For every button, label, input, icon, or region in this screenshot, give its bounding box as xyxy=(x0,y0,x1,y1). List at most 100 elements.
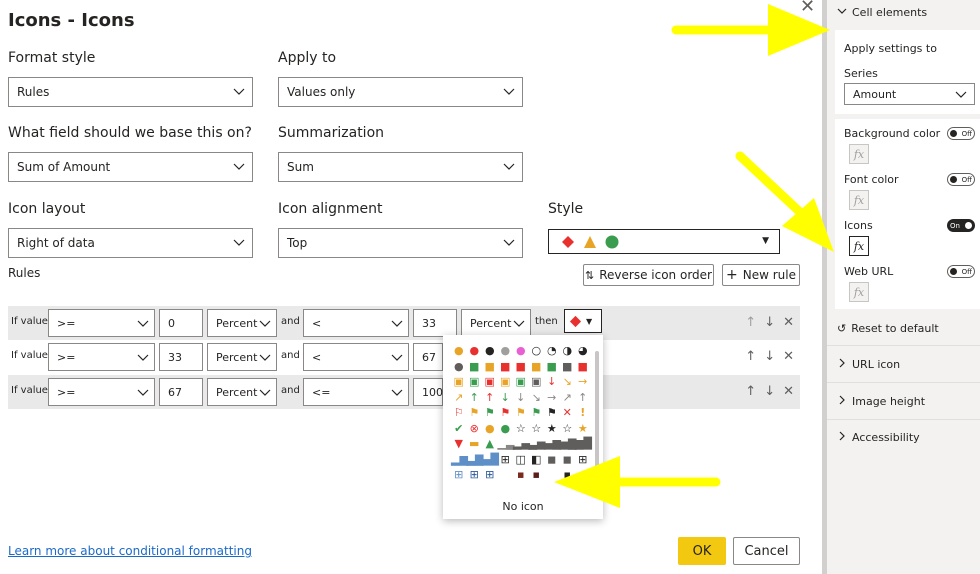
blue-bars-icon[interactable]: ▂▆ xyxy=(451,452,468,468)
fx-icon[interactable]: fx xyxy=(849,282,869,302)
grid-box-icon[interactable]: ⊞ xyxy=(451,467,467,483)
unit-dropdown[interactable]: Percent xyxy=(207,343,277,371)
orange-exclamation-circle-icon[interactable]: ● xyxy=(482,421,498,437)
orange-circle-icon[interactable]: ● xyxy=(451,343,467,359)
image-thumb-icon[interactable] xyxy=(498,467,514,483)
operator-dropdown[interactable]: >= xyxy=(48,309,155,337)
value-input[interactable]: 0 xyxy=(159,309,203,337)
dark-circle-icon[interactable]: ● xyxy=(451,359,467,375)
gray-arrow-diag-icon[interactable]: ↘ xyxy=(529,390,545,406)
signal-bars-icon[interactable]: ▃▅ xyxy=(529,436,546,452)
grid-box-icon[interactable]: ⊞ xyxy=(467,467,483,483)
font-color-toggle[interactable]: Off xyxy=(947,173,975,186)
learn-more-link[interactable]: Learn more about conditional formatting xyxy=(8,544,252,558)
move-down-icon[interactable]: ↓ xyxy=(764,349,775,364)
red-square-icon[interactable]: ■ xyxy=(575,359,591,375)
url-icon-header[interactable]: URL icon xyxy=(837,358,900,371)
image-height-header[interactable]: Image height xyxy=(837,395,925,408)
red-flag-icon[interactable]: ⚐ xyxy=(451,405,467,421)
unit-dropdown[interactable]: Percent xyxy=(461,309,531,337)
operator-dropdown[interactable]: < xyxy=(303,343,409,371)
icon-picker-dropdown[interactable]: ▼ xyxy=(564,309,602,333)
green-flag-icon[interactable]: ⚑ xyxy=(482,405,498,421)
orange-arrow-up-right-icon[interactable]: ↗ xyxy=(451,390,467,406)
icons-toggle[interactable]: On xyxy=(947,219,975,232)
red-arrow-up-icon[interactable]: ↑ xyxy=(482,390,498,406)
operator-dropdown[interactable]: <= xyxy=(303,378,409,406)
green-arrow-down-icon[interactable]: ↓ xyxy=(498,390,514,406)
ok-button[interactable]: OK xyxy=(678,537,726,565)
unit-dropdown[interactable]: Percent xyxy=(207,309,277,337)
quad-box-icon[interactable]: ◧ xyxy=(529,452,545,468)
orange-dash-icon[interactable]: ▬ xyxy=(467,436,483,452)
red-circle-icon[interactable]: ● xyxy=(467,343,483,359)
summarization-dropdown[interactable]: Sum xyxy=(278,152,523,182)
dark-square-icon[interactable]: ■ xyxy=(560,359,576,375)
value-input[interactable]: 67 xyxy=(413,343,443,371)
red-square-icon[interactable]: ■ xyxy=(498,359,514,375)
red-square-icon[interactable]: ▣ xyxy=(482,374,498,390)
gray-circle-icon[interactable]: ● xyxy=(498,343,514,359)
operator-dropdown[interactable]: >= xyxy=(48,343,155,371)
operator-dropdown[interactable]: < xyxy=(303,309,409,337)
image-thumb-icon[interactable]: ▪ xyxy=(513,467,529,483)
delete-icon[interactable]: ✕ xyxy=(783,384,794,399)
reverse-icon-order-button[interactable]: ⇅ Reverse icon order xyxy=(583,264,714,286)
move-down-icon[interactable]: ↓ xyxy=(764,384,775,399)
cancel-button[interactable]: Cancel xyxy=(733,537,800,565)
move-up-icon[interactable]: ↑ xyxy=(745,315,756,330)
quad-box-icon[interactable]: ◫ xyxy=(513,452,529,468)
icon-alignment-dropdown[interactable]: Top xyxy=(278,228,523,258)
delete-icon[interactable]: ✕ xyxy=(783,349,794,364)
pink-circle-icon[interactable]: ● xyxy=(513,343,529,359)
orange-exclamation-icon[interactable]: ! xyxy=(575,405,591,421)
green-square-icon[interactable]: ▣ xyxy=(467,374,483,390)
gray-arrow-up-right-icon[interactable]: ↗ xyxy=(560,390,576,406)
value-input[interactable]: 100 xyxy=(413,378,443,406)
full-star-icon[interactable]: ★ xyxy=(544,421,560,437)
gold-star-icon[interactable]: ★ xyxy=(575,421,591,437)
dark-square-icon[interactable]: ▣ xyxy=(529,374,545,390)
red-square-icon[interactable]: ■ xyxy=(513,359,529,375)
red-x-circle-icon[interactable]: ⊗ xyxy=(467,421,483,437)
orange-square-icon[interactable]: ▣ xyxy=(451,374,467,390)
outline-star-icon[interactable]: ☆ xyxy=(560,421,576,437)
web-url-toggle[interactable]: Off xyxy=(947,265,975,278)
orange-square-icon[interactable]: ■ xyxy=(482,359,498,375)
half-circle-icon[interactable]: ◑ xyxy=(560,343,576,359)
red-arrow-down-icon[interactable]: ↓ xyxy=(544,374,560,390)
dark-flag-icon[interactable]: ⚑ xyxy=(544,405,560,421)
image-thumb-icon[interactable]: ▪ xyxy=(529,467,545,483)
orange-square-icon[interactable]: ▣ xyxy=(498,374,514,390)
green-square-icon[interactable]: ■ xyxy=(467,359,483,375)
empty-circle-icon[interactable]: ○ xyxy=(529,343,545,359)
series-dropdown[interactable]: Amount xyxy=(844,83,975,105)
quad-box-icon[interactable]: ⊞ xyxy=(498,452,514,468)
gray-arrow-right-icon[interactable]: → xyxy=(544,390,560,406)
three-quarter-circle-icon[interactable]: ◕ xyxy=(575,343,591,359)
cell-elements-header[interactable]: Cell elements xyxy=(837,6,927,19)
green-check-circle-icon[interactable]: ● xyxy=(498,421,514,437)
move-up-icon[interactable]: ↑ xyxy=(745,349,756,364)
green-arrow-up-icon[interactable]: ↑ xyxy=(467,390,483,406)
orange-flag-icon[interactable]: ⚑ xyxy=(467,405,483,421)
value-input[interactable]: 67 xyxy=(159,378,203,406)
green-triangle-up-icon[interactable]: ▲ xyxy=(482,436,498,452)
black-circle-icon[interactable]: ● xyxy=(482,343,498,359)
quarter-circle-icon[interactable]: ◔ xyxy=(544,343,560,359)
delete-icon[interactable]: ✕ xyxy=(783,315,794,330)
value-input[interactable]: 33 xyxy=(413,309,457,337)
signal-bars-icon[interactable]: ▂▄ xyxy=(513,436,530,452)
orange-arrow-diag-icon[interactable]: ↘ xyxy=(560,374,576,390)
green-square-icon[interactable]: ▣ xyxy=(513,374,529,390)
base-field-dropdown[interactable]: Sum of Amount xyxy=(8,152,253,182)
fx-icon[interactable]: fx xyxy=(849,236,869,256)
accessibility-header[interactable]: Accessibility xyxy=(837,431,920,444)
new-rule-button[interactable]: + New rule xyxy=(722,264,800,286)
apply-to-dropdown[interactable]: Values only xyxy=(278,77,523,107)
move-up-icon[interactable]: ↑ xyxy=(745,384,756,399)
fx-icon[interactable]: fx xyxy=(849,190,869,210)
fx-icon[interactable]: fx xyxy=(849,144,869,164)
format-style-dropdown[interactable]: Rules xyxy=(8,77,253,107)
background-color-toggle[interactable]: Off xyxy=(947,127,975,140)
